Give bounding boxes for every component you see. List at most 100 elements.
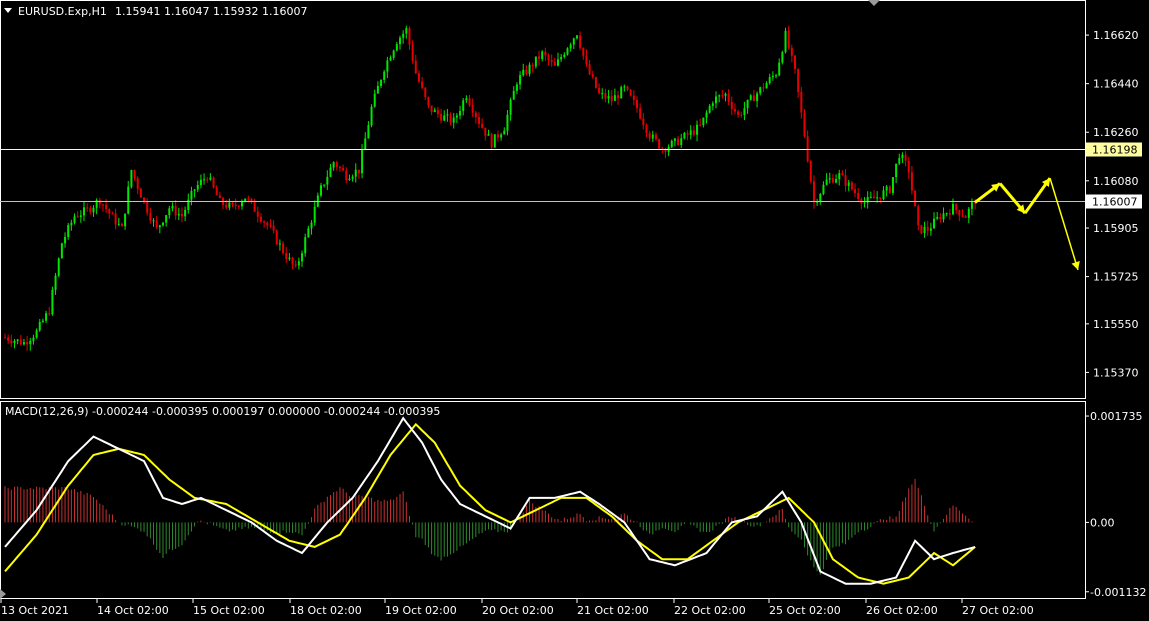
candle-bull <box>623 86 626 88</box>
candle-bull <box>373 93 376 107</box>
candle-bull <box>828 178 831 180</box>
candle-bull <box>364 138 367 150</box>
candle-bull <box>885 186 888 191</box>
candle-bull <box>970 202 973 209</box>
candle-bull <box>190 191 193 200</box>
candle-bear <box>484 127 487 136</box>
candle-bull <box>743 108 746 116</box>
candle-bull <box>45 313 48 321</box>
chart-window: 1.16198 1.16007 1.16620 1.16440 1.16260 1.16… <box>0 0 1149 621</box>
candle-bull <box>459 111 462 116</box>
candle-bull <box>901 154 904 159</box>
candle-bear <box>414 60 417 74</box>
candle-bull <box>819 193 822 202</box>
candle-bear <box>155 220 158 228</box>
candle-bear <box>632 95 635 100</box>
candle-bear <box>285 253 288 259</box>
price-tick-label: 1.16620 <box>1093 29 1139 42</box>
candle-bull <box>512 90 515 100</box>
candle-bull <box>522 69 525 76</box>
time-tick-label: 22 Oct 02:00 <box>674 604 746 617</box>
candle-bull <box>465 98 468 101</box>
candle-bull <box>351 176 354 179</box>
candle-bear <box>256 211 259 217</box>
candle-bull <box>361 149 364 174</box>
candle-bear <box>10 340 13 344</box>
candle-bear <box>231 202 234 205</box>
candle-bull <box>92 207 95 213</box>
candle-bear <box>740 114 743 116</box>
candle-bull <box>765 83 768 89</box>
candle-bull <box>73 216 76 223</box>
candle-bear <box>490 134 493 148</box>
candle-bull <box>64 236 67 244</box>
candle-bull <box>171 205 174 209</box>
candle-bear <box>440 114 443 121</box>
candle-bull <box>876 197 879 199</box>
candle-bear <box>544 51 547 56</box>
candle-bear <box>408 28 411 45</box>
candle-bull <box>696 124 699 135</box>
candle-bear <box>531 64 534 67</box>
price-tag-label: 1.16198 <box>1092 144 1138 157</box>
candle-bull <box>386 60 389 72</box>
candle-bull <box>70 222 73 226</box>
candle-bull <box>354 169 357 177</box>
candle-bull <box>455 115 458 118</box>
candle-bear <box>585 55 588 65</box>
candle-bear <box>733 109 736 112</box>
candle-bear <box>762 87 765 89</box>
time-tick-label: 27 Oct 02:00 <box>962 604 1034 617</box>
candle-bull <box>515 84 518 91</box>
candle-bull <box>493 134 496 148</box>
candle-bear <box>831 178 834 183</box>
candle-bull <box>395 44 398 51</box>
candle-bull <box>601 93 604 95</box>
candle-bear <box>809 161 812 182</box>
candle-bull <box>399 37 401 45</box>
candle-bull <box>392 50 395 58</box>
candle-bear <box>888 186 891 193</box>
candle-bull <box>895 163 898 178</box>
candle-bear <box>525 69 528 74</box>
candle-bull <box>689 130 692 135</box>
candle-bull <box>651 134 654 139</box>
candle-bear <box>854 189 857 193</box>
candle-bear <box>636 99 638 109</box>
time-tick-label: 14 Oct 02:00 <box>97 604 169 617</box>
candle-bull <box>402 33 405 38</box>
candle-bear <box>86 207 89 209</box>
candle-bull <box>228 202 231 208</box>
candle-bull <box>67 225 70 237</box>
candle-bear <box>699 124 702 126</box>
candle-bear <box>939 216 942 220</box>
candle-bull <box>310 222 313 229</box>
candle-bear <box>910 172 913 191</box>
candle-bull <box>882 190 885 199</box>
candle-bull <box>613 95 616 101</box>
candle-bull <box>607 96 610 99</box>
candle-bull <box>162 222 164 226</box>
candle-bull <box>680 138 683 146</box>
candle-bull <box>673 138 676 141</box>
candle-bull <box>781 52 784 63</box>
candle-bull <box>278 243 281 245</box>
candle-bull <box>528 64 531 74</box>
candle-bull <box>389 57 392 61</box>
candle-bear <box>212 177 215 188</box>
candle-bull <box>288 257 291 259</box>
candle-bull <box>869 196 872 198</box>
candle-bear <box>841 173 844 176</box>
candle-bear <box>180 213 183 217</box>
candle-bull <box>297 261 300 266</box>
candle-bull <box>575 35 578 39</box>
candle-bear <box>411 44 414 61</box>
candle-bull <box>313 206 316 223</box>
candle-bear <box>342 168 345 171</box>
candle-bull <box>307 228 310 238</box>
candle-bull <box>348 178 351 181</box>
candle-bear <box>436 109 439 115</box>
time-tick-label: 13 Oct 2021 <box>1 604 69 617</box>
candle-bull <box>715 96 717 104</box>
candle-bull <box>54 275 57 290</box>
